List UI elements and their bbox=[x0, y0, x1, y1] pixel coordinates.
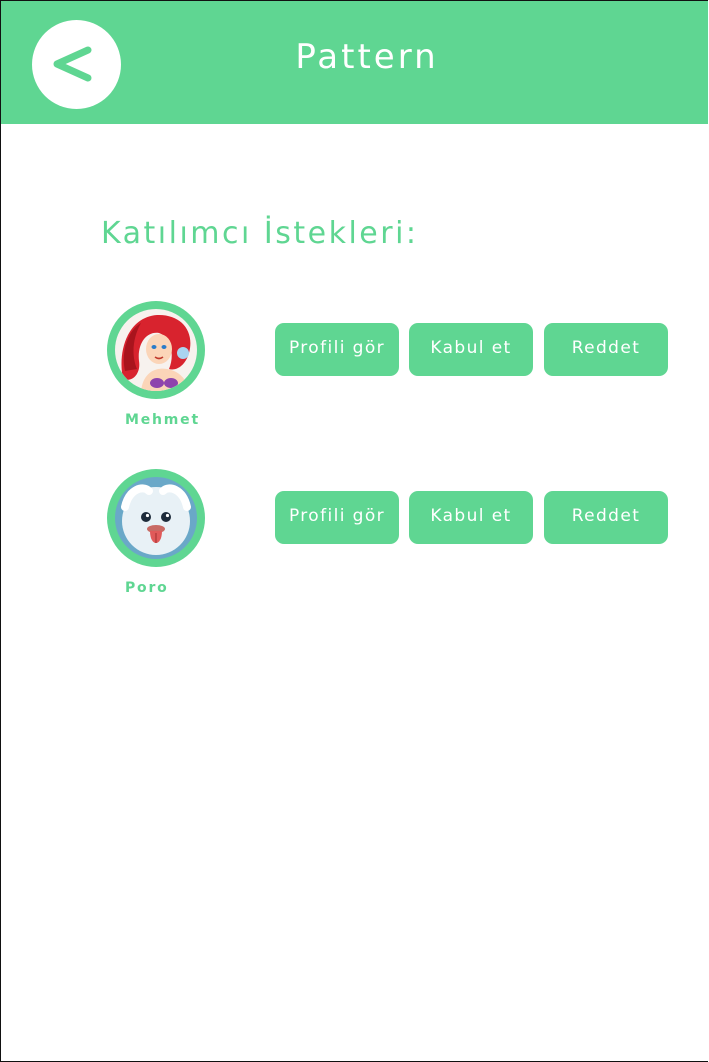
reject-button[interactable]: Reddet bbox=[544, 491, 668, 544]
view-profile-button[interactable]: Profili gör bbox=[275, 323, 399, 376]
reject-button[interactable]: Reddet bbox=[544, 323, 668, 376]
accept-button[interactable]: Kabul et bbox=[409, 491, 533, 544]
view-profile-button[interactable]: Profili gör bbox=[275, 491, 399, 544]
avatar-name: Mehmet bbox=[125, 412, 200, 428]
poro-avatar-icon bbox=[115, 477, 197, 559]
mermaid-avatar-icon bbox=[115, 309, 197, 391]
accept-button[interactable]: Kabul et bbox=[409, 323, 533, 376]
header-bar: Pattern bbox=[1, 1, 708, 124]
avatar[interactable] bbox=[107, 301, 205, 399]
request-row: Poro Profili gör Kabul et Reddet bbox=[1, 469, 708, 609]
avatar[interactable] bbox=[107, 469, 205, 567]
section-title: Katılımcı İstekleri: bbox=[101, 216, 419, 251]
avatar-name: Poro bbox=[125, 580, 169, 596]
request-row: Mehmet Profili gör Kabul et Reddet bbox=[1, 301, 708, 441]
app-screen: Pattern Katılımcı İstekleri: Mehmet Prof… bbox=[0, 0, 708, 1062]
page-title: Pattern bbox=[295, 37, 439, 77]
